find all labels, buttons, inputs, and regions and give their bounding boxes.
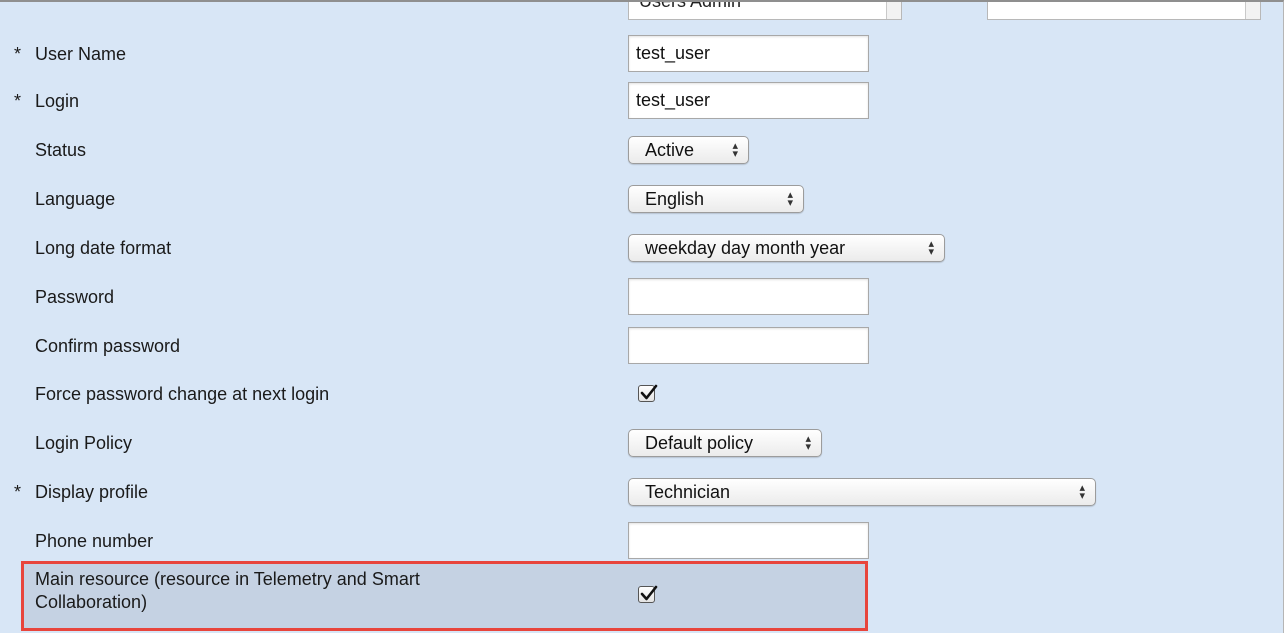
row-long-date-format: Long date format weekday day month year …	[0, 224, 1120, 272]
required-marker: *	[14, 90, 22, 111]
phone-number-input[interactable]	[628, 522, 869, 559]
secondary-select-handle	[1245, 2, 1260, 19]
row-main-resource: Main resource (resource in Telemetry and…	[0, 569, 1120, 620]
status-select-value: Active	[645, 139, 695, 160]
updown-arrows-icon: ▴ ▾	[928, 238, 934, 258]
login-policy-select-value: Default policy	[645, 432, 754, 453]
status-label: Status	[35, 139, 87, 160]
password-label: Password	[35, 286, 115, 307]
secondary-select[interactable]	[987, 2, 1261, 20]
login-label: Login	[35, 90, 80, 111]
main-resource-label-line2: Collaboration)	[35, 592, 148, 612]
user-form-panel: Users Admin * User Name * Login Status A…	[0, 0, 1284, 633]
display-profile-label: Display profile	[35, 481, 149, 502]
language-select[interactable]: English ▴ ▾	[628, 185, 804, 213]
row-user-name: * User Name	[0, 30, 1120, 78]
main-resource-label: Main resource (resource in Telemetry and…	[35, 568, 420, 624]
main-resource-checkbox[interactable]	[638, 585, 658, 603]
long-date-format-label: Long date format	[35, 237, 172, 258]
row-phone-number: Phone number	[0, 517, 1120, 565]
row-password: Password	[0, 273, 1120, 321]
updown-arrows-icon: ▴ ▾	[732, 140, 738, 160]
force-password-change-checkbox[interactable]	[638, 384, 658, 402]
updown-arrows-icon: ▴ ▾	[805, 433, 811, 453]
login-policy-select[interactable]: Default policy ▴ ▾	[628, 429, 822, 457]
updown-arrows-icon: ▴ ▾	[1079, 482, 1085, 502]
role-select[interactable]: Users Admin	[628, 0, 902, 20]
force-password-change-label: Force password change at next login	[35, 383, 330, 404]
long-date-format-select-value: weekday day month year	[645, 237, 846, 258]
login-input[interactable]	[628, 82, 869, 119]
user-name-input[interactable]	[628, 35, 869, 72]
row-status: Status Active ▴ ▾	[0, 126, 1120, 174]
row-force-password-change: Force password change at next login	[0, 370, 1120, 418]
display-profile-select-value: Technician	[645, 481, 731, 502]
confirm-password-input[interactable]	[628, 327, 869, 364]
long-date-format-select[interactable]: weekday day month year ▴ ▾	[628, 234, 945, 262]
updown-arrows-icon: ▴ ▾	[787, 189, 793, 209]
language-label: Language	[35, 188, 116, 209]
status-select[interactable]: Active ▴ ▾	[628, 136, 749, 164]
row-login: * Login	[0, 77, 1120, 125]
row-login-policy: Login Policy Default policy ▴ ▾	[0, 419, 1120, 467]
language-select-value: English	[645, 188, 705, 209]
login-policy-label: Login Policy	[35, 432, 133, 453]
required-marker: *	[14, 481, 22, 502]
row-confirm-password: Confirm password	[0, 322, 1120, 370]
password-input[interactable]	[628, 278, 869, 315]
row-display-profile: * Display profile Technician ▴ ▾	[0, 468, 1120, 516]
role-select-value: Users Admin	[639, 0, 742, 11]
user-name-label: User Name	[35, 43, 127, 64]
main-resource-label-line1: Main resource (resource in Telemetry and…	[35, 569, 420, 589]
confirm-password-label: Confirm password	[35, 335, 181, 356]
checkmark-icon	[640, 384, 658, 400]
row-language: Language English ▴ ▾	[0, 175, 1120, 223]
phone-number-label: Phone number	[35, 530, 154, 551]
role-select-handle	[886, 2, 901, 19]
checkmark-icon	[640, 585, 658, 601]
display-profile-select[interactable]: Technician ▴ ▾	[628, 478, 1096, 506]
required-marker: *	[14, 43, 22, 64]
